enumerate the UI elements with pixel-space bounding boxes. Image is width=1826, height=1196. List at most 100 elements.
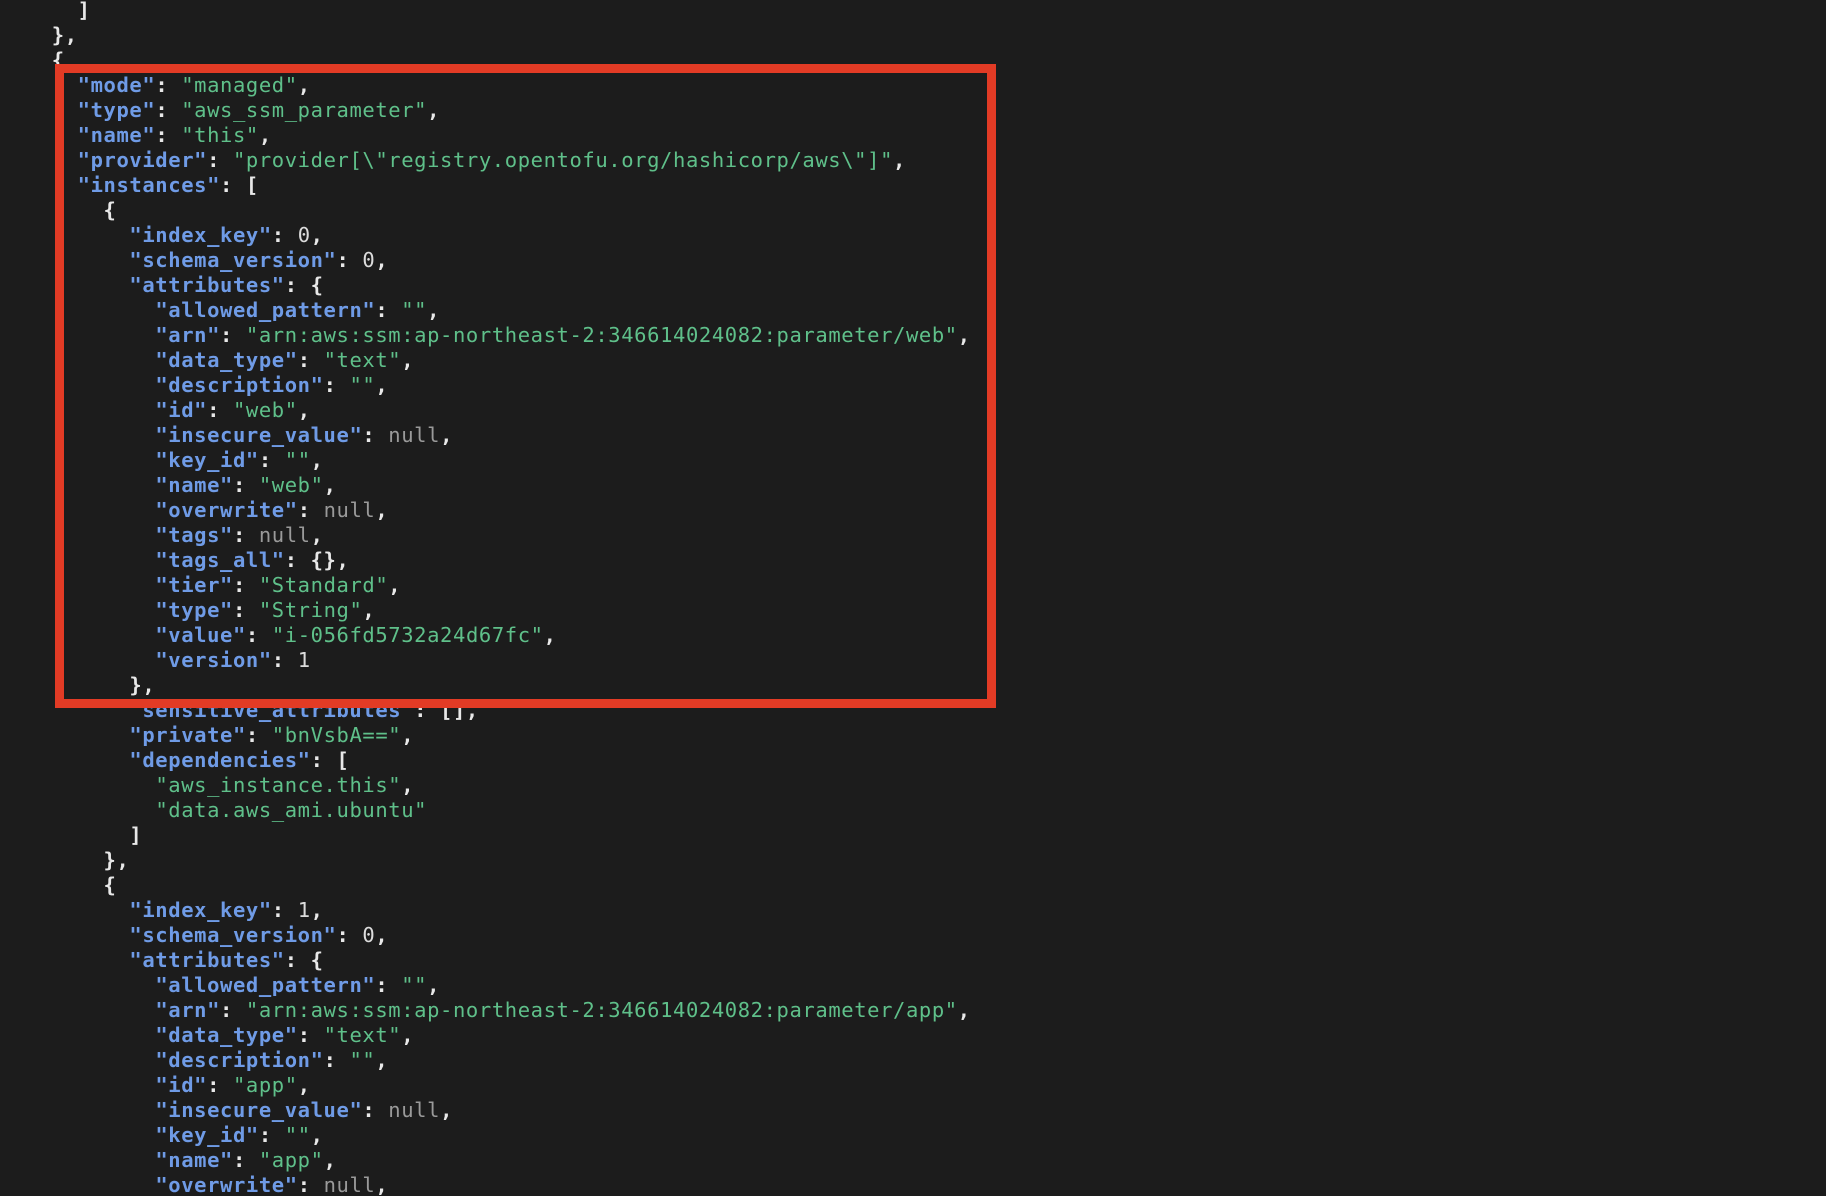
json-key: "insecure_value": [155, 423, 363, 447]
json-key: "tier": [155, 573, 233, 597]
json-key: "type": [77, 98, 156, 122]
json-key: "sensitive_attributes": [129, 698, 415, 722]
code-line: "data_type": "text",: [0, 348, 971, 373]
json-punctuation: :: [245, 623, 272, 647]
json-key: "attributes": [129, 948, 285, 972]
json-key: "allowed_pattern": [155, 973, 376, 997]
json-punctuation: {: [103, 198, 117, 222]
json-punctuation: :: [297, 1173, 324, 1196]
json-key: "type": [155, 598, 233, 622]
json-string: "this": [181, 123, 259, 147]
json-null: null: [258, 523, 311, 547]
json-punctuation: ,: [401, 773, 415, 797]
code-line: "sensitive_attributes": [],: [0, 698, 971, 723]
json-punctuation: :: [207, 398, 233, 422]
code-line: "allowed_pattern": "",: [0, 298, 971, 323]
code-line: "name": "web",: [0, 473, 971, 498]
code-line: "id": "app",: [0, 1073, 971, 1098]
code-line: "data.aws_ami.ubuntu": [0, 798, 971, 823]
json-punctuation: ,: [375, 373, 389, 397]
json-punctuation: :: [232, 573, 259, 597]
json-key: "name": [77, 123, 156, 147]
json-punctuation: :: [336, 923, 363, 947]
json-punctuation: :: [271, 648, 298, 672]
json-string: "data.aws_ami.ubuntu": [155, 798, 428, 822]
code-line: "overwrite": null,: [0, 1173, 971, 1196]
json-punctuation: ,: [427, 973, 441, 997]
json-key: "provider": [77, 148, 208, 172]
json-punctuation: ,: [297, 1073, 311, 1097]
json-punctuation: :: [232, 598, 259, 622]
code-line: "schema_version": 0,: [0, 923, 971, 948]
json-string: "bnVsbA==": [271, 723, 402, 747]
json-key: "value": [155, 623, 246, 647]
json-punctuation: ,: [440, 1098, 454, 1122]
json-key: "data_type": [155, 348, 298, 372]
code-line: "attributes": {: [0, 948, 971, 973]
json-punctuation: :: [155, 123, 182, 147]
json-number: 1: [297, 898, 311, 922]
json-punctuation: :: [297, 1023, 324, 1047]
code-line: "insecure_value": null,: [0, 423, 971, 448]
code-line: },: [0, 673, 971, 698]
code-line: "description": "",: [0, 1048, 971, 1073]
code-line: ]: [0, 823, 971, 848]
json-punctuation: },: [129, 673, 156, 697]
json-punctuation: : [: [220, 173, 259, 197]
json-key: "insecure_value": [155, 1098, 363, 1122]
code-line: "data_type": "text",: [0, 1023, 971, 1048]
json-punctuation: ,: [957, 998, 971, 1022]
json-null: null: [323, 498, 376, 522]
json-punctuation: ,: [323, 473, 337, 497]
code-line: "provider": "provider[\"registry.opentof…: [0, 148, 971, 173]
json-key: "allowed_pattern": [155, 298, 376, 322]
json-key: "arn": [155, 323, 221, 347]
json-key: "mode": [77, 73, 156, 97]
json-null: null: [388, 423, 441, 447]
json-punctuation: ,: [297, 73, 311, 97]
json-punctuation: ,: [323, 1148, 337, 1172]
json-punctuation: ,: [893, 148, 906, 172]
json-key: "dependencies": [129, 748, 311, 772]
json-key: "data_type": [155, 1023, 298, 1047]
json-punctuation: ,: [375, 248, 389, 272]
json-punctuation: :: [271, 898, 298, 922]
json-punctuation: :: [232, 473, 259, 497]
code-line: "index_key": 1,: [0, 898, 971, 923]
json-punctuation: ,: [375, 1048, 389, 1072]
code-line: "version": 1: [0, 648, 971, 673]
code-line: "index_key": 0,: [0, 223, 971, 248]
json-string: "arn:aws:ssm:ap-northeast-2:346614024082…: [245, 323, 958, 347]
json-punctuation: :: [207, 1073, 233, 1097]
json-string: "String": [258, 598, 363, 622]
json-punctuation: :: [155, 98, 182, 122]
json-key: "overwrite": [155, 1173, 298, 1196]
json-key: "version": [155, 648, 272, 672]
json-key: "key_id": [155, 448, 259, 472]
json-punctuation: {: [51, 48, 65, 72]
json-punctuation: ,: [310, 1123, 324, 1147]
json-key: "overwrite": [155, 498, 298, 522]
code-line: "attributes": {: [0, 273, 971, 298]
json-punctuation: :: [323, 373, 350, 397]
json-punctuation: : {: [284, 273, 324, 297]
json-string: "text": [323, 1023, 402, 1047]
json-punctuation: ,: [427, 298, 441, 322]
code-line: "tags": null,: [0, 523, 971, 548]
code-line: "aws_instance.this",: [0, 773, 971, 798]
json-punctuation: :: [323, 1048, 350, 1072]
json-key: "index_key": [129, 898, 272, 922]
json-punctuation: ,: [427, 98, 441, 122]
json-punctuation: ,: [375, 1173, 389, 1196]
json-number: 0: [362, 248, 376, 272]
json-punctuation: :: [207, 148, 233, 172]
json-string: "web": [258, 473, 324, 497]
json-string: "": [401, 298, 428, 322]
json-punctuation: ,: [401, 348, 415, 372]
json-punctuation: ,: [258, 123, 272, 147]
code-line: "mode": "managed",: [0, 73, 971, 98]
json-punctuation: :: [336, 248, 363, 272]
json-string: "web": [232, 398, 298, 422]
code-line: "id": "web",: [0, 398, 971, 423]
json-punctuation: : [: [310, 748, 350, 772]
